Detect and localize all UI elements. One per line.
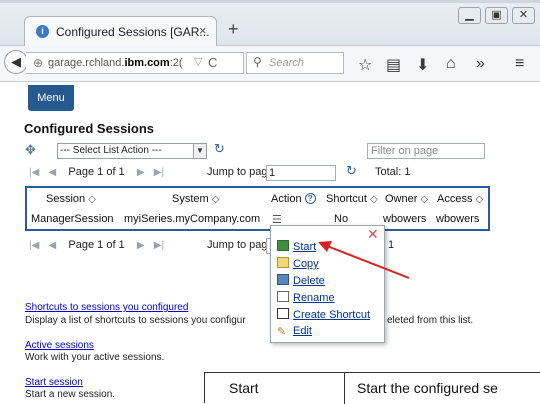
legend-divider xyxy=(344,373,345,404)
rename-icon xyxy=(277,291,289,302)
help-icon[interactable]: ? xyxy=(304,193,316,204)
search-icon: ⚲ xyxy=(253,55,262,69)
globe-icon: ⊕ xyxy=(33,56,44,70)
jump-to-page-input[interactable]: 1 xyxy=(266,165,336,181)
menu-item-create-shortcut[interactable]: Create Shortcut xyxy=(277,308,370,321)
search-bar[interactable]: ⚲ Search xyxy=(246,52,344,74)
next-page-icon[interactable]: ▶ xyxy=(137,167,145,178)
copy-icon xyxy=(277,257,289,268)
star-icon[interactable]: ☆ xyxy=(358,55,372,75)
first-page-icon[interactable]: |◀ xyxy=(29,167,39,178)
title-bar-strip xyxy=(0,0,540,3)
legend-table: Start Start the configured se xyxy=(204,372,540,404)
shortcut-icon xyxy=(277,308,289,319)
hamburger-menu-icon[interactable]: ≡ xyxy=(515,55,524,73)
total-count: Total: 1 xyxy=(375,166,411,178)
shortcuts-desc-right: eleted from this list. xyxy=(387,315,474,326)
menu-item-delete[interactable]: Delete xyxy=(277,274,325,287)
maximize-icon[interactable]: ▣ xyxy=(485,7,508,24)
col-session-header[interactable]: Session ◇ xyxy=(46,193,96,205)
active-sessions-desc: Work with your active sessions. xyxy=(25,352,165,363)
col-owner-header[interactable]: Owner ◇ xyxy=(385,193,428,205)
url-text: garage.rchland.ibm.com:2( xyxy=(48,57,183,69)
next-page-icon[interactable]: ▶ xyxy=(137,240,145,251)
cell-shortcut: No xyxy=(334,213,349,225)
browser-tab-bar: i Configured Sessions [GAR... × + ▁ ▣ ✕ xyxy=(0,0,540,46)
page-indicator: Page 1 of 1 xyxy=(68,239,125,251)
trash-icon xyxy=(277,274,289,285)
select-all-icon[interactable]: ✥ xyxy=(25,142,36,158)
shortcuts-desc-left: Display a list of shortcuts to sessions … xyxy=(25,315,246,326)
shortcuts-link[interactable]: Shortcuts to sessions you configured xyxy=(25,302,188,313)
pagination-top: |◀ ◀ Page 1 of 1 ▶ ▶| xyxy=(29,166,164,178)
pagination-bottom: |◀ ◀ Page 1 of 1 ▶ ▶| xyxy=(29,239,164,251)
url-bar[interactable]: ⊕ garage.rchland.ibm.com:2( ▽ C xyxy=(26,52,244,74)
list-action-select[interactable]: --- Select List Action --- xyxy=(57,143,194,159)
menu-button[interactable]: Menu xyxy=(28,85,74,111)
browser-nav-bar: ◀ ⊕ garage.rchland.ibm.com:2( ▽ C ⚲ Sear… xyxy=(0,46,540,82)
minimize-icon[interactable]: ▁ xyxy=(458,7,481,24)
cell-session[interactable]: ManagerSession xyxy=(31,213,114,225)
menu-item-copy[interactable]: Copy xyxy=(277,257,319,270)
legend-definition: Start the configured se xyxy=(357,380,498,396)
cell-system: myiSeries.myCompany.com xyxy=(124,213,261,225)
menu-item-edit[interactable]: ✎ Edit xyxy=(277,325,312,338)
prev-page-icon[interactable]: ◀ xyxy=(48,167,56,178)
total-count: 1 xyxy=(388,239,395,251)
refresh-icon[interactable]: ↻ xyxy=(346,163,357,179)
reading-list-icon[interactable]: ▤ xyxy=(386,55,401,75)
col-access-header[interactable]: Access ◇ xyxy=(437,193,483,205)
first-page-icon[interactable]: |◀ xyxy=(29,240,39,251)
chevron-down-icon[interactable]: ▼ xyxy=(194,143,207,159)
page-info-icon: i xyxy=(36,25,49,38)
page-indicator: Page 1 of 1 xyxy=(68,166,125,178)
filter-input[interactable]: Filter on page xyxy=(367,143,485,159)
browser-tab[interactable]: i Configured Sessions [GAR... × xyxy=(24,16,217,46)
refresh-icon[interactable]: ↻ xyxy=(214,141,225,157)
legend-term: Start xyxy=(229,380,259,396)
cell-owner: wbowers xyxy=(383,213,427,225)
home-icon[interactable]: ⌂ xyxy=(446,55,456,73)
back-arrow-icon[interactable]: ◀ xyxy=(4,50,28,74)
new-tab-button[interactable]: + xyxy=(228,19,239,40)
overflow-icon[interactable]: » xyxy=(476,55,485,73)
close-icon[interactable]: ✕ xyxy=(367,226,379,243)
reload-icon[interactable]: C xyxy=(208,55,217,70)
download-icon[interactable]: ⬇ xyxy=(416,55,429,75)
page-title: Configured Sessions xyxy=(24,121,155,136)
last-page-icon[interactable]: ▶| xyxy=(154,240,164,251)
start-icon xyxy=(277,240,289,251)
start-session-link[interactable]: Start session xyxy=(25,377,83,388)
menu-item-start[interactable]: Start xyxy=(277,240,316,253)
edit-icon: ✎ xyxy=(277,326,287,338)
close-icon[interactable]: ✕ xyxy=(512,7,535,24)
search-input[interactable]: Search xyxy=(269,57,304,69)
start-session-desc: Start a new session. xyxy=(25,389,116,400)
col-action-header: Action ? xyxy=(271,193,316,205)
tab-close-button[interactable]: × xyxy=(199,23,207,38)
cell-access: wbowers xyxy=(436,213,480,225)
menu-item-rename[interactable]: Rename xyxy=(277,291,335,304)
tab-title: Configured Sessions [GAR... xyxy=(56,25,210,39)
col-shortcut-header[interactable]: Shortcut ◇ xyxy=(326,193,378,205)
active-sessions-link[interactable]: Active sessions xyxy=(25,340,94,351)
row-context-menu: ✕ Start Copy Delete Rename Create Shortc… xyxy=(270,225,385,343)
last-page-icon[interactable]: ▶| xyxy=(154,167,164,178)
col-system-header[interactable]: System ◇ xyxy=(172,193,219,205)
prev-page-icon[interactable]: ◀ xyxy=(48,240,56,251)
url-dropdown-icon[interactable]: ▽ xyxy=(194,55,202,68)
